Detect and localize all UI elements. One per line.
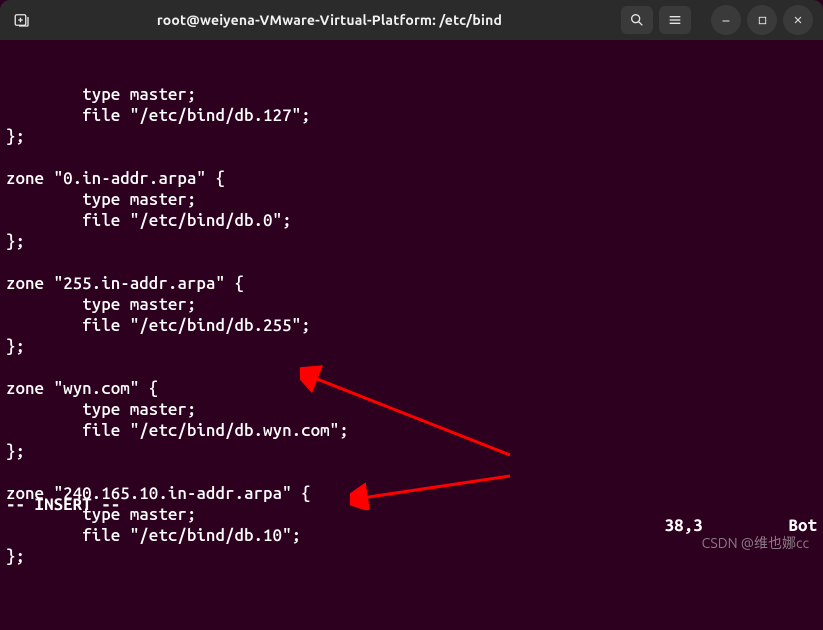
vim-position-group: 38,3 Bot [608, 494, 817, 557]
vim-scroll-pos: Bot [788, 516, 817, 535]
close-button[interactable] [783, 5, 813, 35]
window-title: root@weiyena-VMware-Virtual-Platform: /e… [46, 12, 613, 28]
minimize-button[interactable] [711, 5, 741, 35]
window-titlebar: root@weiyena-VMware-Virtual-Platform: /e… [0, 0, 823, 40]
titlebar-right-group [621, 5, 817, 35]
titlebar-left-group [6, 6, 38, 34]
hamburger-menu-button[interactable] [659, 6, 691, 34]
new-tab-button[interactable] [6, 6, 38, 34]
vim-statusline: -- INSERT -- 38,3 Bot [6, 494, 817, 557]
vim-mode: -- INSERT -- [6, 494, 120, 557]
maximize-button[interactable] [747, 5, 777, 35]
vim-cursor-pos: 38,3 [665, 516, 703, 535]
terminal-viewport[interactable]: type master; file "/etc/bind/db.127"; };… [0, 40, 823, 561]
search-button[interactable] [621, 6, 653, 34]
